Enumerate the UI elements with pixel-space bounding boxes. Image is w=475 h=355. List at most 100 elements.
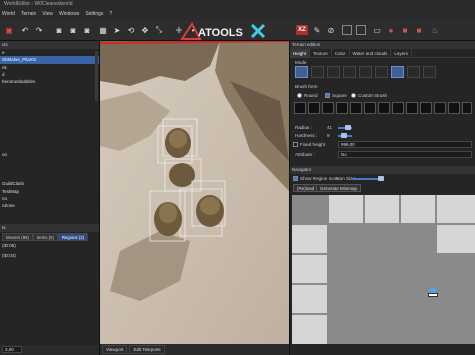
show-region-icons-checkbox[interactable] (293, 176, 298, 181)
mode-fixed-button[interactable] (391, 66, 404, 78)
mode-flatten-button[interactable] (327, 66, 340, 78)
menu-help[interactable]: ? (109, 11, 112, 17)
reload-button[interactable]: (Re)load (293, 184, 319, 192)
mode-lower-button[interactable] (311, 66, 324, 78)
xz-icon[interactable]: XZ (296, 25, 308, 35)
brush-7[interactable] (378, 102, 390, 114)
region-item[interactable]: (ID:05) (0, 242, 99, 249)
minimap-cell[interactable] (292, 285, 327, 313)
tree-item[interactable] (0, 93, 99, 100)
tree-item[interactable]: no (0, 195, 99, 202)
tree-item[interactable]: ShMaloe_Pilar01 (0, 56, 99, 64)
tree-item[interactable] (0, 100, 99, 107)
square-checkbox[interactable] (325, 93, 330, 98)
menu-world[interactable]: World (2, 11, 15, 17)
brush-9[interactable] (406, 102, 418, 114)
tree-item[interactable] (0, 122, 99, 129)
paint-icon[interactable]: ✎ (312, 25, 322, 35)
camera-icon[interactable]: ◙ (68, 25, 78, 35)
brush-3[interactable] (322, 102, 334, 114)
tree-item[interactable] (0, 158, 99, 165)
round-radio[interactable] (297, 93, 302, 98)
generate-minimap-button[interactable]: Generate Minimap (316, 184, 362, 192)
radius-slider-knob[interactable] (345, 125, 351, 130)
cube-icon[interactable]: ■ (400, 25, 410, 35)
region-item[interactable]: (ID:04) (0, 252, 99, 259)
3d-viewport[interactable] (100, 41, 289, 344)
tree-item[interactable] (0, 129, 99, 136)
mode-smooth-button[interactable] (343, 66, 356, 78)
mode-erode-button[interactable] (423, 66, 436, 78)
tree-item[interactable] (0, 166, 99, 173)
brush-11[interactable] (434, 102, 446, 114)
tree-item[interactable]: GuildClash (0, 180, 99, 187)
brush-4[interactable] (336, 102, 348, 114)
undo-icon[interactable]: ↶ (20, 25, 30, 35)
menu-windows[interactable]: Windows (59, 11, 79, 17)
mode-raise-button[interactable] (295, 66, 308, 78)
tree-item[interactable]: on (0, 151, 99, 158)
tree-item[interactable] (0, 144, 99, 151)
brush-1[interactable] (294, 102, 306, 114)
fixed-height-field[interactable]: 999,00 (338, 141, 472, 148)
icon-size-slider-knob[interactable] (378, 176, 384, 181)
tab-items[interactable]: Items (0) (32, 233, 58, 241)
minimap-cell[interactable] (365, 195, 399, 223)
square-icon[interactable] (342, 25, 352, 35)
tree-item[interactable]: TestMap (0, 188, 99, 195)
tree-item[interactable]: d (0, 71, 99, 78)
tab-height[interactable]: Height (290, 49, 311, 57)
mode-ramp-button[interactable] (407, 66, 420, 78)
menu-terrain[interactable]: Terrain (21, 11, 36, 17)
minimap-cell[interactable] (401, 195, 435, 223)
brush-13[interactable] (462, 102, 472, 114)
value-field[interactable]: 3,00 (2, 346, 22, 353)
camera-icon[interactable]: ◙ (82, 25, 92, 35)
rotate-icon[interactable]: ⟲ (126, 25, 136, 35)
tree-item[interactable]: nk (0, 64, 99, 71)
minimap-grid[interactable] (292, 195, 475, 344)
mode-plateau-button[interactable] (375, 66, 388, 78)
tree-scrollbar[interactable] (95, 51, 98, 101)
minimap-cell[interactable] (292, 315, 327, 344)
grid-icon[interactable]: ▦ (98, 25, 108, 35)
square-icon[interactable] (356, 25, 366, 35)
tree-item[interactable]: e (0, 49, 99, 56)
tree-item[interactable]: heromesbubbles (0, 78, 99, 85)
player-marker-icon[interactable] (428, 287, 438, 299)
menu-settings[interactable]: Settings (85, 11, 103, 17)
brush-2[interactable] (308, 102, 320, 114)
tree-item[interactable] (0, 173, 99, 180)
tab-regions[interactable]: Regions (2) (57, 233, 89, 241)
tab-water-clouds[interactable]: Water and clouds (350, 49, 392, 57)
redo-icon[interactable]: ↷ (34, 25, 44, 35)
terrain-icon[interactable]: ✛ (174, 25, 184, 35)
move-icon[interactable]: ✥ (140, 25, 150, 35)
sphere-icon[interactable]: ● (386, 25, 396, 35)
attribute-select[interactable]: No (338, 151, 472, 158)
tab-color[interactable]: Color (332, 49, 350, 57)
tab-layers[interactable]: Layers (391, 49, 412, 57)
brush-6[interactable] (364, 102, 376, 114)
box-icon[interactable]: ▭ (372, 25, 382, 35)
object-tree[interactable]: e ShMaloe_Pilar01 nk d heromesbubbles on… (0, 49, 99, 208)
tree-item[interactable] (0, 137, 99, 144)
minimap-cell[interactable] (292, 255, 327, 283)
brush-10[interactable] (420, 102, 432, 114)
cube-icon[interactable]: ■ (414, 25, 424, 35)
tree-item[interactable] (0, 85, 99, 92)
brush-8[interactable] (392, 102, 404, 114)
tree-item[interactable] (0, 115, 99, 122)
tab-edit-teleports[interactable]: Edit Teleports (129, 345, 165, 354)
minimap-cell[interactable] (437, 225, 475, 253)
tab-movers[interactable]: Movers (95) (2, 233, 33, 241)
tab-texture[interactable]: Texture (310, 49, 332, 57)
tree-item[interactable]: nZone (0, 202, 99, 209)
cursor-icon[interactable]: ➤ (112, 25, 122, 35)
camera-icon[interactable]: ◙ (54, 25, 64, 35)
menu-view[interactable]: View (42, 11, 53, 17)
mode-noise-button[interactable] (359, 66, 372, 78)
custom-brush-radio[interactable] (351, 93, 356, 98)
tree-item[interactable] (0, 107, 99, 114)
hide-icon[interactable]: ⊘ (326, 25, 336, 35)
